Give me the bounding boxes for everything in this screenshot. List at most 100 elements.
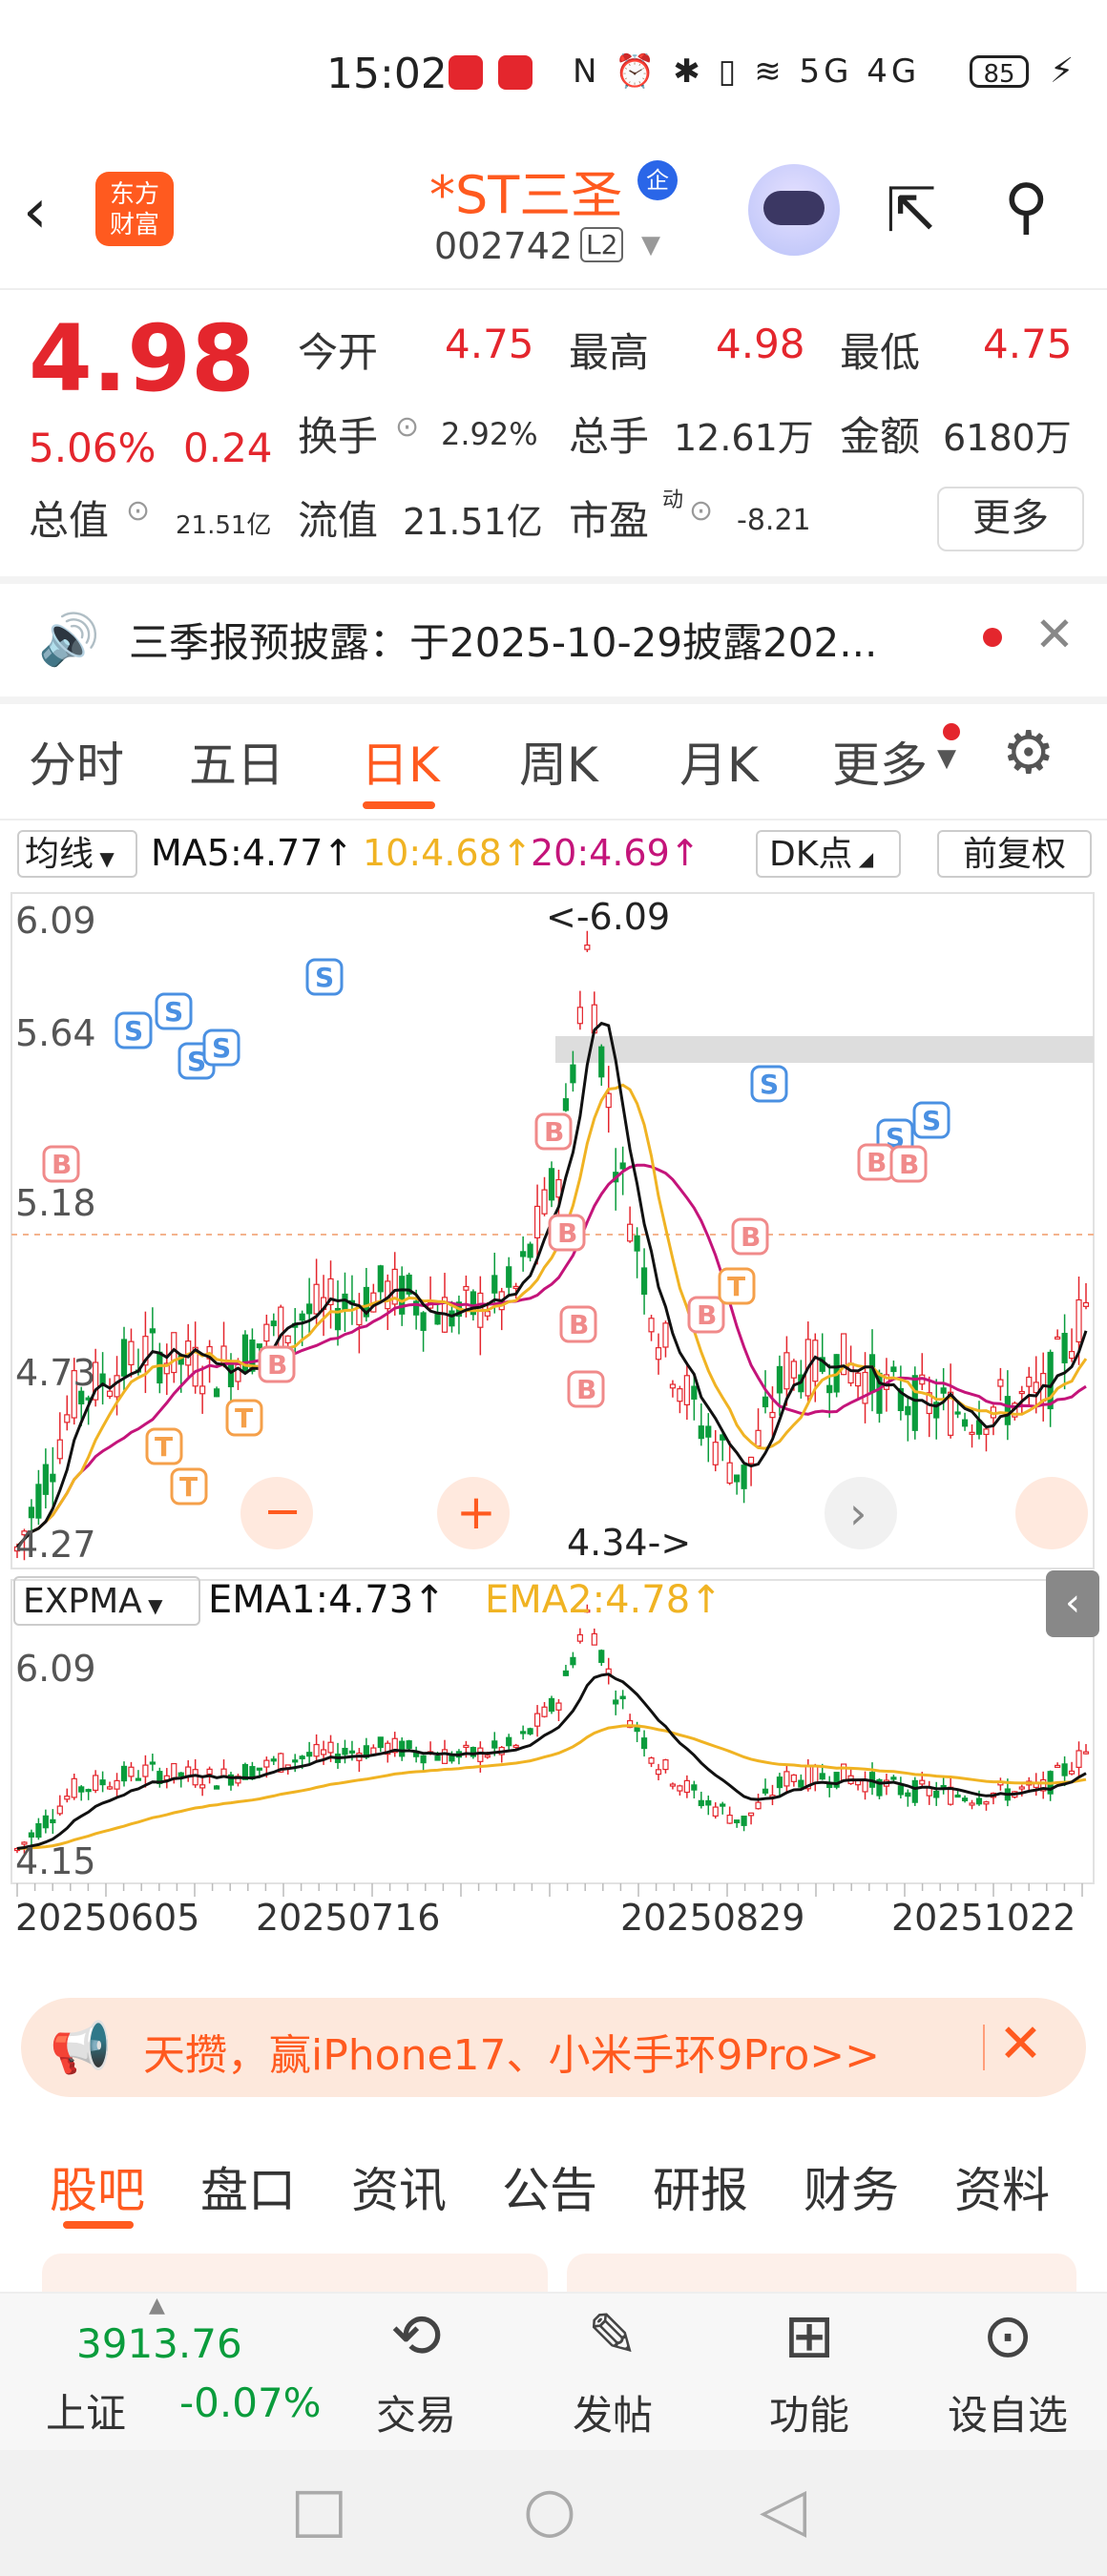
stock-code[interactable]: 002742: [434, 225, 573, 267]
kline-chart[interactable]: SSS SSSSSBBBBBBBBB BTTTT 6.09 5.64 5.18 4.…: [0, 887, 1107, 1899]
nav-functions[interactable]: 功能: [733, 2383, 886, 2441]
search-icon[interactable]: ⚲: [1004, 172, 1049, 242]
candle-body: [755, 1801, 762, 1810]
candle-body: [905, 1792, 911, 1797]
tab-monthly-k[interactable]: 月K: [679, 727, 759, 796]
home-icon[interactable]: ○: [523, 2475, 576, 2545]
index-change[interactable]: -0.07%: [179, 2379, 322, 2426]
candle-body: [640, 1737, 648, 1750]
info-icon[interactable]: ⊙: [689, 494, 713, 528]
chevron-down-icon[interactable]: ▼: [641, 231, 660, 260]
subtab-pankou[interactable]: 盘口: [200, 2152, 296, 2221]
low-label: 最低: [840, 329, 921, 376]
candle-body: [120, 1765, 128, 1782]
candle-body: [720, 1803, 726, 1807]
current-price: 4.98: [29, 305, 255, 412]
edit-icon[interactable]: ✎: [555, 2301, 670, 2372]
candle-body: [85, 1789, 92, 1793]
enterprise-badge: 企: [637, 160, 678, 200]
grid-icon[interactable]: ⊞: [752, 2301, 867, 2372]
share-icon[interactable]: ⇱: [886, 176, 937, 246]
candle-body: [256, 1767, 262, 1771]
close-icon[interactable]: ✕: [998, 2013, 1043, 2075]
subtab-guba[interactable]: 股吧: [50, 2152, 145, 2221]
candle-body: [106, 1786, 114, 1790]
candle-body: [726, 1815, 733, 1824]
candle-body: [213, 1785, 220, 1790]
index-name[interactable]: 上证: [46, 2381, 126, 2440]
dk-point-button[interactable]: DK点 ◢: [756, 830, 901, 878]
candle-body: [591, 1632, 597, 1646]
signal-mark-letter: B: [697, 1299, 717, 1331]
candle-body: [712, 1806, 719, 1818]
content-card[interactable]: [42, 2254, 548, 2292]
signal-mark-letter: B: [569, 1309, 589, 1340]
ema-indicator-select[interactable]: EXPMA ▼: [13, 1576, 200, 1626]
signal-mark-letter: B: [867, 1147, 887, 1178]
tab-more[interactable]: 更多: [832, 727, 928, 796]
candle-body: [35, 1822, 42, 1839]
subtab-research[interactable]: 研报: [653, 2152, 748, 2221]
subtab-profile[interactable]: 资料: [954, 2152, 1050, 2221]
y-tick-top: 6.09: [15, 900, 96, 942]
info-icon[interactable]: ⊙: [126, 494, 150, 528]
nav-trade[interactable]: 交易: [340, 2383, 492, 2441]
close-icon[interactable]: ✕: [1034, 607, 1075, 662]
eastmoney-logo[interactable]: 东方 财富: [95, 172, 174, 246]
subtab-finance[interactable]: 财务: [804, 2152, 899, 2221]
candle-body: [441, 1749, 449, 1764]
index-value[interactable]: 3913.76: [76, 2320, 242, 2367]
candle-body: [548, 1697, 555, 1713]
tab-intraday[interactable]: 分时: [29, 727, 124, 796]
turnover-value: 2.92%: [441, 416, 538, 452]
candle-body: [120, 1339, 128, 1377]
candle-body: [157, 1351, 163, 1384]
candle-body: [975, 1797, 983, 1805]
chevron-up-icon[interactable]: ▲: [149, 2294, 165, 2317]
nav-add-watchlist[interactable]: 设自选: [931, 2383, 1084, 2441]
promo-text[interactable]: 天攒，赢iPhone17、小米手环9Pro>>: [143, 2021, 880, 2082]
collapse-button[interactable]: ‹: [1046, 1570, 1099, 1637]
signal-mark-letter: S: [164, 996, 183, 1028]
candle-body: [755, 1429, 762, 1447]
ema-candles: [13, 1604, 1090, 1855]
tab-weekly-k[interactable]: 周K: [519, 727, 598, 796]
recents-icon[interactable]: □: [290, 2475, 347, 2545]
ma10-value: 10:4.68↑: [363, 832, 533, 874]
more-button[interactable]: 更多: [937, 487, 1084, 551]
candle-body: [306, 1303, 313, 1315]
indicator-select[interactable]: 均线 ▼: [17, 830, 137, 878]
candle-body: [348, 1750, 356, 1754]
candle-body: [28, 1506, 35, 1519]
notice-text[interactable]: 三季报预披露：于2025-10-29披露202...: [129, 611, 877, 669]
tab-five-day[interactable]: 五日: [189, 727, 284, 796]
date-label: 20250829: [620, 1897, 805, 1939]
tab-daily-k[interactable]: 日K: [361, 727, 440, 796]
candle-body: [1018, 1390, 1025, 1395]
candle-body: [584, 945, 591, 950]
notice-bar[interactable]: 🔊 三季报预披露：于2025-10-29披露202...: [0, 584, 1107, 696]
more-icon[interactable]: ⊙: [950, 2301, 1065, 2372]
back-icon[interactable]: ‹: [23, 177, 48, 247]
level2-badge[interactable]: L2: [580, 227, 624, 262]
candle-body: [969, 1802, 975, 1806]
info-icon[interactable]: ⊙: [395, 410, 419, 444]
ema-y-low: 4.15: [15, 1840, 96, 1882]
candle-body: [128, 1766, 135, 1777]
subtab-announcement[interactable]: 公告: [502, 2152, 597, 2221]
subtab-news[interactable]: 资讯: [351, 2152, 447, 2221]
nav-post[interactable]: 发帖: [536, 2383, 689, 2441]
gear-icon[interactable]: ⚙: [1002, 717, 1055, 787]
candle-body: [576, 1007, 583, 1025]
candle-body: [199, 1385, 206, 1395]
candle-body: [270, 1320, 277, 1327]
back-nav-icon[interactable]: ◁: [760, 2475, 806, 2545]
candle-body: [1061, 1333, 1068, 1363]
yen-cycle-icon[interactable]: ⟲: [359, 2301, 473, 2372]
candle-body: [399, 1740, 406, 1757]
content-card[interactable]: [567, 2254, 1076, 2292]
candle-body: [705, 1425, 712, 1438]
candle-body: [28, 1832, 35, 1838]
stock-name[interactable]: *ST三圣: [429, 153, 622, 228]
adjust-price-button[interactable]: 前复权: [937, 830, 1092, 878]
